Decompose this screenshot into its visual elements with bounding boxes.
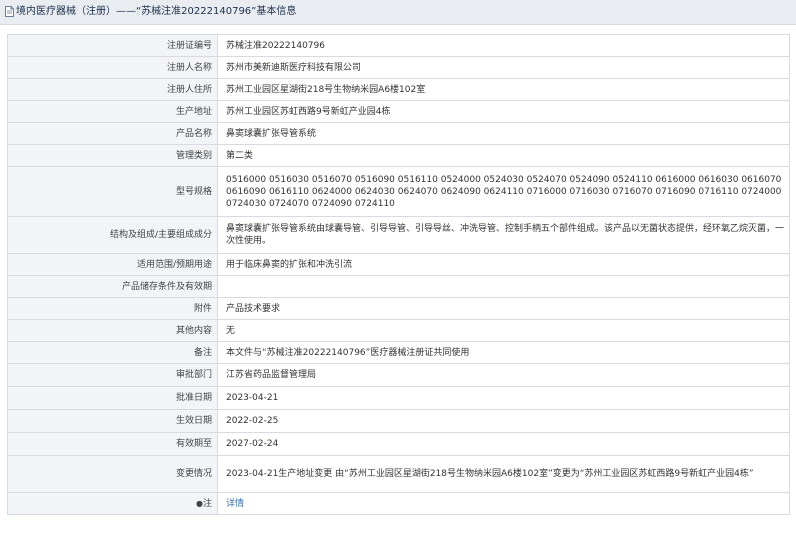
row-label: 批准日期 (7, 386, 218, 410)
row-value: 0516000 0516030 0516070 0516090 0516110 … (217, 166, 790, 217)
row-label: 附件 (7, 297, 218, 320)
row-value: 苏州工业园区星湖街218号生物纳米园A6楼102室 (217, 78, 790, 101)
table-row: 产品储存条件及有效期 (7, 275, 790, 298)
table-row: 其他内容 无 (7, 319, 790, 342)
note-row-label: ●注 (7, 492, 218, 515)
row-label: 注册证编号 (7, 34, 218, 57)
document-icon (5, 6, 14, 17)
row-value: 江苏省药品监督管理局 (217, 363, 790, 387)
details-link[interactable]: 详情 (226, 499, 244, 509)
row-value: 第二类 (217, 144, 790, 167)
row-value: 苏械注准20222140796 (217, 34, 790, 57)
table-row: 注册人住所 苏州工业园区星湖街218号生物纳米园A6楼102室 (7, 78, 790, 101)
title-bar: 境内医疗器械（注册）——“苏械注准20222140796”基本信息 (0, 0, 796, 25)
table-row: 批准日期 2023-04-21 (7, 386, 790, 410)
table-row: 注册证编号 苏械注准20222140796 (7, 34, 790, 57)
title-prefix: 境内医疗器械（注册） (16, 6, 116, 17)
note-row-value: 详情 (217, 492, 790, 515)
table-row: ●注 详情 (7, 492, 790, 515)
row-label: 注册人住所 (7, 78, 218, 101)
table-row: 审批部门 江苏省药品监督管理局 (7, 363, 790, 387)
table-row: 结构及组成/主要组成成分 鼻窦球囊扩张导管系统由球囊导管、引导导管、引导导丝、冲… (7, 216, 790, 254)
row-label: 管理类别 (7, 144, 218, 167)
row-value: 本文件与“苏械注准20222140796”医疗器械注册证共同使用 (217, 341, 790, 364)
table-row: 产品名称 鼻窦球囊扩张导管系统 (7, 122, 790, 145)
title-suffix: 基本信息 (256, 6, 297, 17)
row-label: 结构及组成/主要组成成分 (7, 216, 218, 254)
row-value: 苏州工业园区苏虹西路9号新虹产业园4栋 (217, 100, 790, 123)
row-value: 用于临床鼻窦的扩张和冲洗引流 (217, 253, 790, 276)
table-row: 生效日期 2022-02-25 (7, 409, 790, 433)
page-title: 境内医疗器械（注册）——“苏械注准20222140796”基本信息 (16, 6, 296, 18)
row-value: 2022-02-25 (217, 409, 790, 433)
table-row: 备注 本文件与“苏械注准20222140796”医疗器械注册证共同使用 (7, 341, 790, 364)
registration-info-table: 注册证编号 苏械注准20222140796 注册人名称 苏州市美新迪斯医疗科技有… (7, 34, 790, 515)
table-row: 适用范围/预期用途 用于临床鼻窦的扩张和冲洗引流 (7, 253, 790, 276)
row-value: 2023-04-21生产地址变更 由“苏州工业园区星湖街218号生物纳米园A6楼… (217, 455, 790, 493)
row-label: 生产地址 (7, 100, 218, 123)
row-label: 审批部门 (7, 363, 218, 387)
row-value: 无 (217, 319, 790, 342)
row-label: 注册人名称 (7, 56, 218, 79)
table-row: 管理类别 第二类 (7, 144, 790, 167)
row-label: 型号规格 (7, 166, 218, 217)
row-value: 2027-02-24 (217, 432, 790, 456)
row-label: 产品名称 (7, 122, 218, 145)
table-row: 生产地址 苏州工业园区苏虹西路9号新虹产业园4栋 (7, 100, 790, 123)
title-record-link[interactable]: “苏械注准20222140796” (136, 6, 256, 17)
row-value: 鼻窦球囊扩张导管系统由球囊导管、引导导管、引导导丝、冲洗导管、控制手柄五个部件组… (217, 216, 790, 254)
row-label: 生效日期 (7, 409, 218, 433)
table-row: 附件 产品技术要求 (7, 297, 790, 320)
row-value: 产品技术要求 (217, 297, 790, 320)
table-row: 型号规格 0516000 0516030 0516070 0516090 051… (7, 166, 790, 217)
row-value: 苏州市美新迪斯医疗科技有限公司 (217, 56, 790, 79)
row-value (217, 275, 790, 298)
row-label: 其他内容 (7, 319, 218, 342)
table-row: 变更情况 2023-04-21生产地址变更 由“苏州工业园区星湖街218号生物纳… (7, 455, 790, 493)
note-dot-icon: ● (196, 498, 203, 508)
table-row: 有效期至 2027-02-24 (7, 432, 790, 456)
row-label: 变更情况 (7, 455, 218, 493)
row-label: 有效期至 (7, 432, 218, 456)
row-label: 备注 (7, 341, 218, 364)
row-label: 适用范围/预期用途 (7, 253, 218, 276)
row-value: 鼻窦球囊扩张导管系统 (217, 122, 790, 145)
row-label: 产品储存条件及有效期 (7, 275, 218, 298)
table-row: 注册人名称 苏州市美新迪斯医疗科技有限公司 (7, 56, 790, 79)
title-dash: —— (116, 6, 136, 17)
row-value: 2023-04-21 (217, 386, 790, 410)
note-label: 注 (202, 498, 212, 509)
